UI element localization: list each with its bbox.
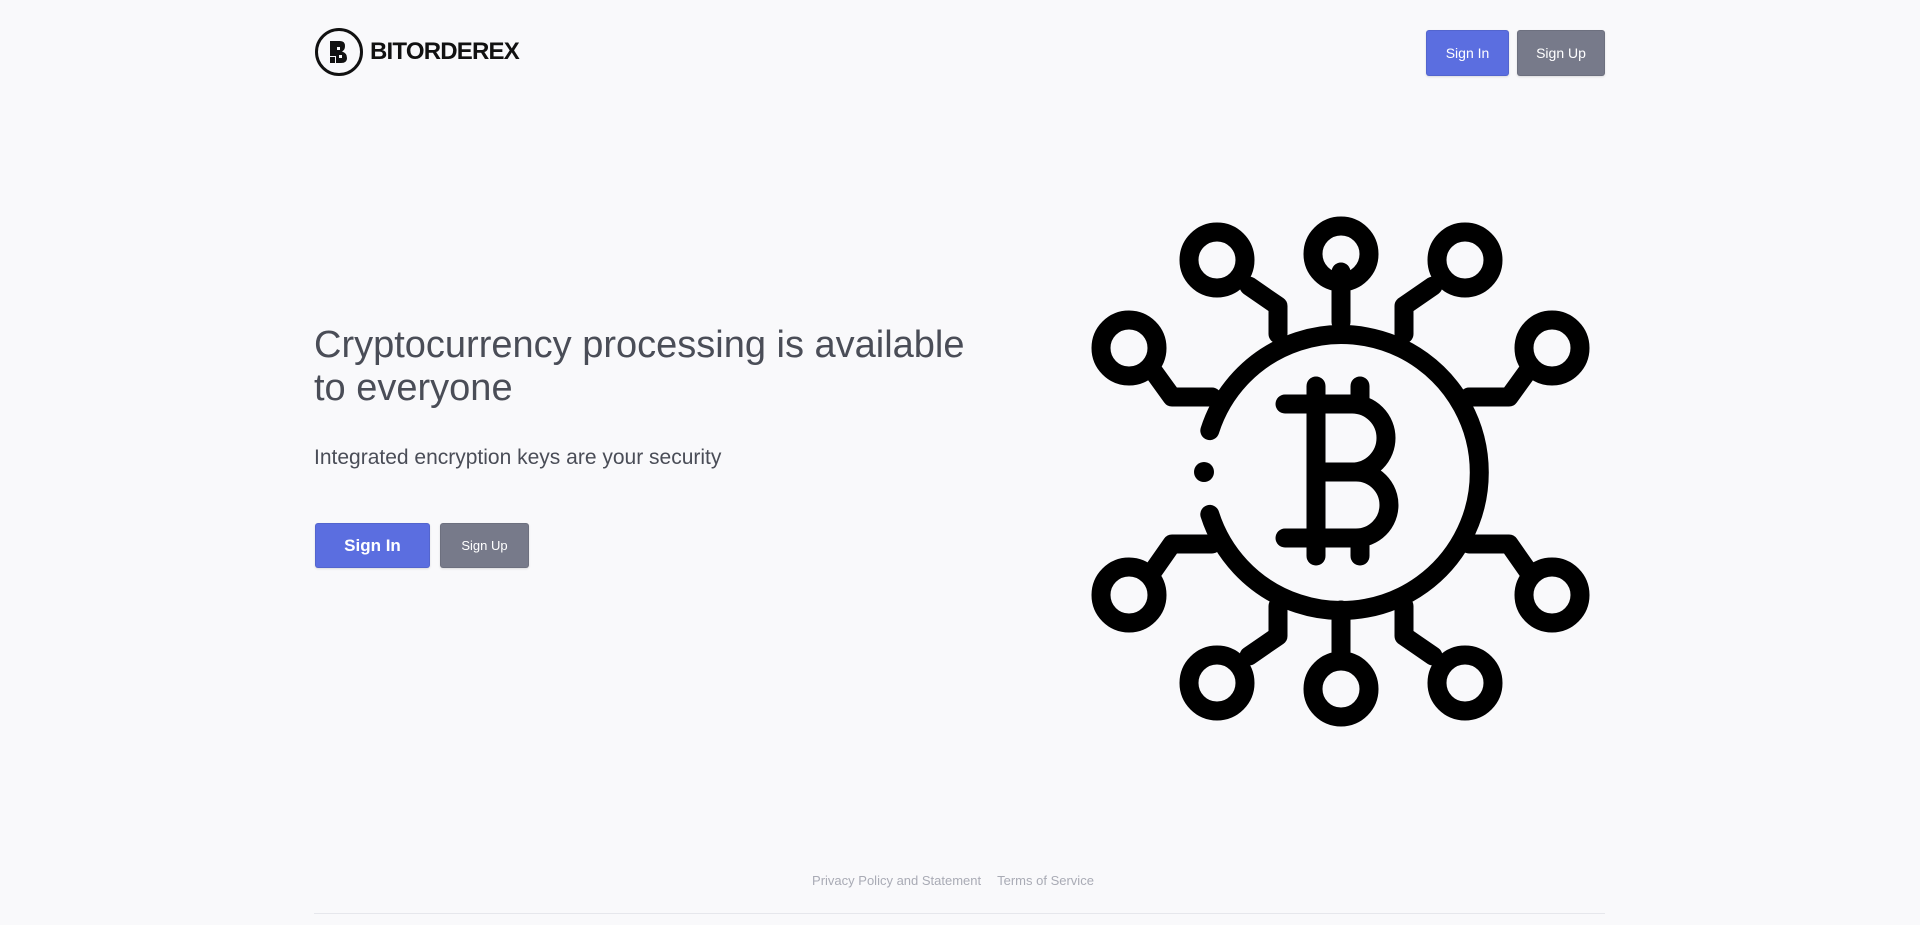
header-signup-button[interactable]: Sign Up <box>1517 30 1605 76</box>
hero-title: Cryptocurrency processing is available t… <box>314 324 965 409</box>
header-signin-button[interactable]: Sign In <box>1426 30 1509 76</box>
hero-signup-button[interactable]: Sign Up <box>440 523 529 568</box>
bitcoin-network-icon <box>1091 216 1590 727</box>
brand-name: BITORDEREX <box>370 38 520 65</box>
terms-of-service-link[interactable]: Terms of Service <box>997 873 1094 888</box>
footer-links: Privacy Policy and Statement Terms of Se… <box>0 873 1906 888</box>
brand-logo[interactable]: BITORDEREX <box>314 27 520 77</box>
footer-divider <box>314 913 1605 914</box>
privacy-policy-link[interactable]: Privacy Policy and Statement <box>812 873 981 888</box>
hero-signin-button[interactable]: Sign In <box>315 523 430 568</box>
landing-page: BITORDEREX Sign In Sign Up Cryptocurrenc… <box>0 0 1920 925</box>
hero-subtitle: Integrated encryption keys are your secu… <box>314 446 722 469</box>
brand-logo-icon <box>315 28 363 76</box>
